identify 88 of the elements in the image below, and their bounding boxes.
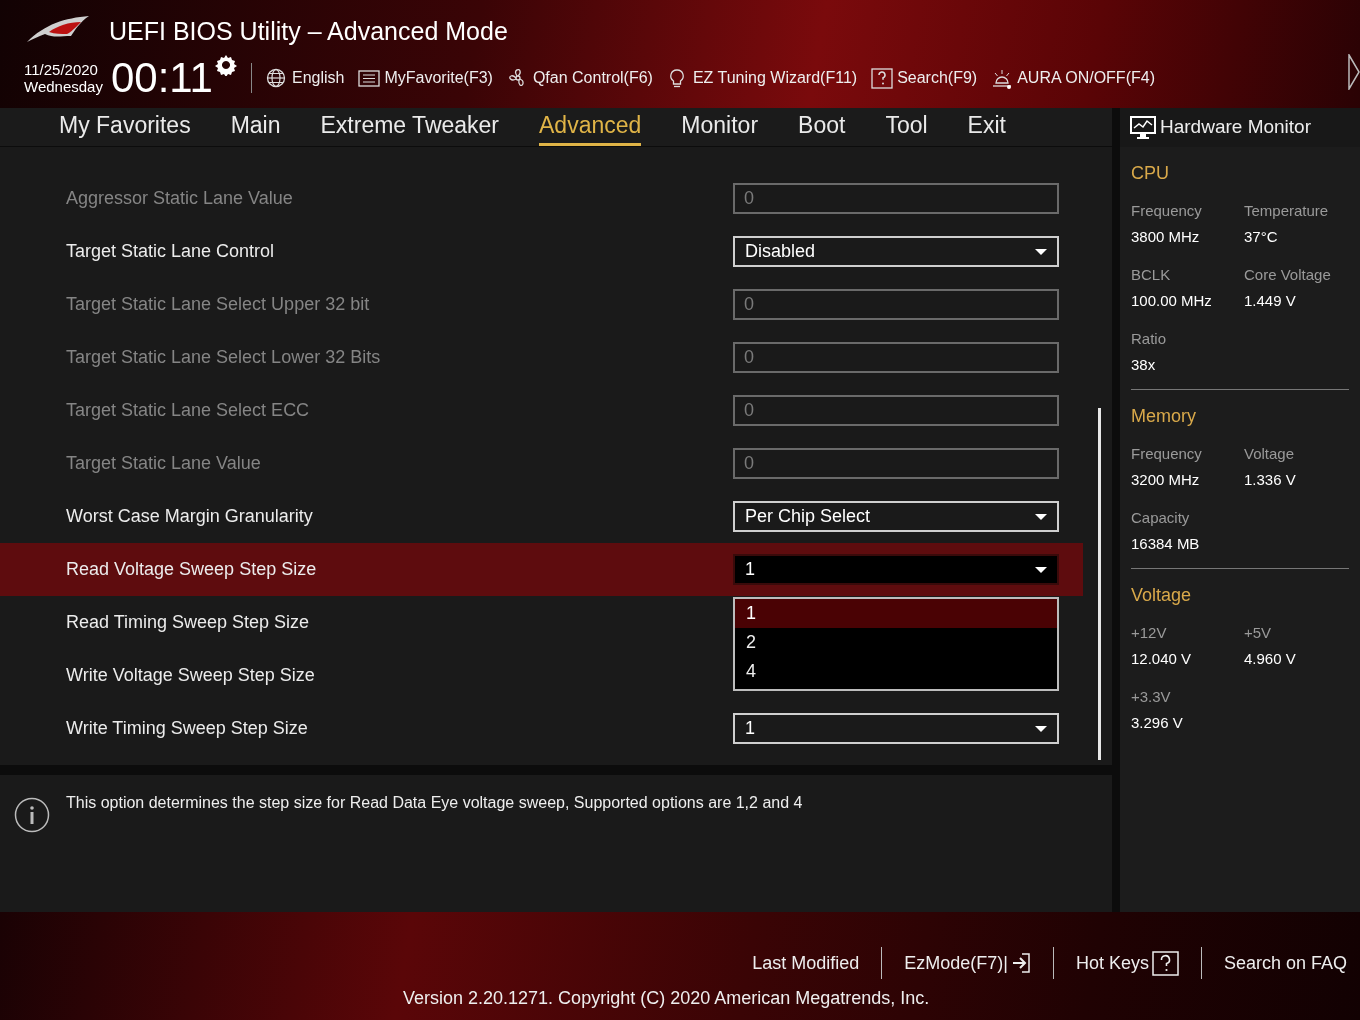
caret-icon (1035, 566, 1047, 573)
toolbar-button[interactable]: English (265, 66, 345, 90)
toolbar-button[interactable]: Search(F9) (871, 66, 978, 90)
menu-tab[interactable]: My Favorites (59, 110, 191, 146)
toolbar-button[interactable]: MyFavorite(F3) (358, 66, 493, 90)
stat-value: 38x (1131, 355, 1157, 375)
stat-value: 1.336 V (1244, 470, 1297, 490)
clock-time: 00:11 (110, 56, 213, 100)
menu-tab[interactable]: Tool (885, 110, 928, 146)
panel-title: Hardware Monitor (1160, 115, 1311, 140)
toolbar-button[interactable]: AURA ON/OFF(F4) (991, 66, 1155, 90)
setting-label: Write Timing Sweep Step Size (66, 717, 309, 740)
light-icon (991, 67, 1014, 89)
dropdown-option[interactable]: 2 (735, 628, 1057, 657)
stat-value: 16384 MB (1131, 534, 1201, 554)
footer-link[interactable]: Hot Keys (1075, 949, 1179, 977)
setting-label: Read Voltage Sweep Step Size (66, 558, 318, 581)
footer-link[interactable]: EzMode(F7)| (904, 949, 1031, 977)
stat-value: 3200 MHz (1131, 470, 1201, 490)
help-text: This option determines the step size for Read Data Eye voltage sweep, Supported options are 1,2 and 4 (66, 793, 803, 813)
menu-tab[interactable]: Monitor (681, 110, 759, 146)
stat-value: 1.449 V (1244, 291, 1297, 311)
menu-tab[interactable]: Extreme Tweaker (320, 110, 500, 146)
toolbar-button[interactable]: EZ Tuning Wizard(F11) (666, 66, 858, 90)
arrow-icon (1348, 54, 1360, 90)
section-title: CPU (1131, 162, 1170, 185)
stat-label: +12V (1131, 623, 1168, 643)
stat-value: 3800 MHz (1131, 227, 1201, 247)
dropdown[interactable]: 1 (733, 554, 1059, 585)
menu-tab[interactable]: Boot (798, 110, 846, 146)
day-text: Wednesday (24, 78, 103, 95)
dropdown-option[interactable]: 4 (735, 657, 1057, 686)
menu-tab[interactable]: Exit (967, 110, 1006, 146)
stat-label: Capacity (1131, 508, 1191, 528)
dropdown[interactable]: Per Chip Select (733, 501, 1059, 532)
input-field: 0 (733, 395, 1059, 426)
input-field: 0 (733, 342, 1059, 373)
section-title: Voltage (1131, 584, 1193, 607)
toolbar-button[interactable]: Qfan Control(F6) (506, 66, 653, 90)
window-title: UEFI BIOS Utility – Advanced Mode (109, 16, 508, 46)
gear-icon (214, 54, 237, 76)
caret-icon (1035, 248, 1047, 255)
exit-icon (1010, 952, 1031, 974)
footer-link[interactable]: Last Modified (752, 949, 860, 977)
dropdown-option[interactable]: 1 (735, 599, 1057, 628)
help-icon (1151, 950, 1179, 976)
setting-label: Target Static Lane Select Upper 32 bit (66, 293, 371, 316)
monitor-icon (1130, 115, 1156, 140)
dropdown[interactable]: Disabled (733, 236, 1059, 267)
date-text: 11/25/2020 (24, 61, 99, 78)
setting-label: Target Static Lane Select ECC (66, 399, 311, 422)
setting-label: Target Static Lane Control (66, 240, 276, 263)
section-title: Memory (1131, 405, 1197, 428)
globe-icon (265, 67, 288, 89)
stat-label: Frequency (1131, 201, 1203, 221)
stat-label: +5V (1244, 623, 1273, 643)
setting-label: Target Static Lane Select Lower 32 Bits (66, 346, 382, 369)
stat-label: +3.3V (1131, 687, 1172, 707)
caret-icon (1035, 725, 1047, 732)
list-icon (358, 67, 381, 89)
stat-label: Ratio (1131, 329, 1168, 349)
input-field: 0 (733, 289, 1059, 320)
stat-label: Voltage (1244, 444, 1296, 464)
stat-label: Core Voltage (1244, 265, 1332, 285)
setting-label: Read Timing Sweep Step Size (66, 611, 311, 634)
info-icon (14, 797, 50, 833)
setting-label: Target Static Lane Value (66, 452, 262, 475)
stat-label: Temperature (1244, 201, 1330, 221)
input-field: 0 (733, 183, 1059, 214)
menu-tab[interactable]: Main (230, 110, 281, 146)
version-text: Version 2.20.1271. Copyright (C) 2020 American Megatrends, Inc. (403, 987, 930, 1010)
stat-label: BCLK (1131, 265, 1172, 285)
selected-row[interactable]: Read Voltage Sweep Step Size 1 (0, 543, 1083, 596)
stat-value: 3.296 V (1131, 713, 1184, 733)
input-field: 0 (733, 448, 1059, 479)
stat-value: 12.040 V (1131, 649, 1193, 669)
setting-label: Write Voltage Sweep Step Size (66, 664, 316, 687)
stat-value: 100.00 MHz (1131, 291, 1213, 311)
setting-label: Aggressor Static Lane Value (66, 187, 294, 210)
setting-label: Worst Case Margin Granularity (66, 505, 314, 528)
stat-value: 4.960 V (1244, 649, 1297, 669)
caret-icon (1035, 513, 1047, 520)
footer-link[interactable]: Search on FAQ (1223, 949, 1347, 977)
help-icon (871, 67, 894, 89)
scrollbar[interactable] (1098, 408, 1101, 760)
stat-label: Frequency (1131, 444, 1203, 464)
stat-value: 37°C (1244, 227, 1279, 247)
dropdown[interactable]: 1 (733, 713, 1059, 744)
